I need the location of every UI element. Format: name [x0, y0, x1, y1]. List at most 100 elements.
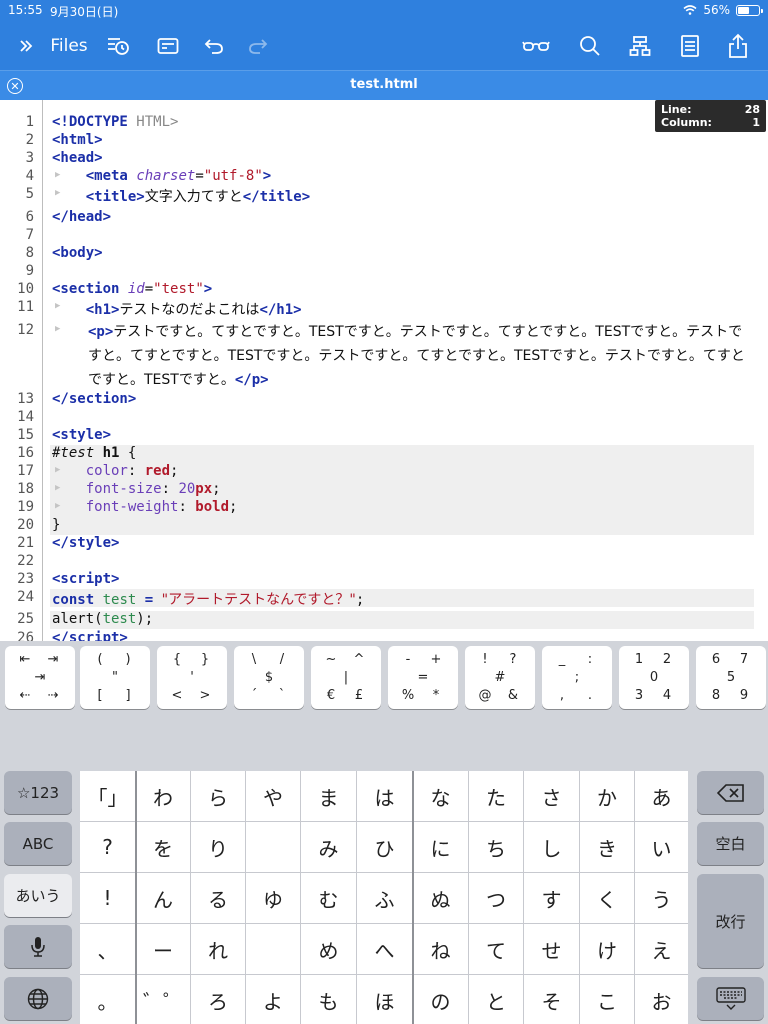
kana-key[interactable]: こ: [580, 975, 634, 1024]
left-key-label: ☆123: [16, 783, 60, 802]
kana-key[interactable]: せ: [524, 924, 579, 974]
kana-key[interactable]: ?: [80, 822, 135, 872]
kana-key[interactable]: へ: [357, 924, 412, 974]
kana-key[interactable]: い: [635, 822, 688, 872]
kana-key[interactable]: り: [191, 822, 245, 872]
kana-key-label: ゛゜: [143, 989, 183, 1014]
symbol-key[interactable]: 6 758 9: [696, 646, 766, 709]
abc-key[interactable]: ABC: [4, 822, 72, 865]
kana-key[interactable]: ぬ: [413, 873, 468, 923]
undo-button[interactable]: [200, 22, 228, 70]
kana-key[interactable]: え: [635, 924, 688, 974]
kana-key[interactable]: し: [524, 822, 579, 872]
symbol-key[interactable]: () " []: [80, 646, 150, 709]
share-button[interactable]: [724, 22, 752, 70]
microphone-key[interactable]: [4, 925, 72, 968]
kana-key[interactable]: ゆ: [246, 873, 300, 923]
kana-key[interactable]: は: [357, 771, 412, 821]
hide-keyboard-key[interactable]: [697, 977, 764, 1020]
kana-key-label: て: [486, 938, 506, 963]
terminal-button[interactable]: [154, 22, 182, 70]
kana-key[interactable]: [246, 924, 300, 974]
symbol-key[interactable]: _:;,.: [542, 646, 612, 709]
symbol-key-glyph: &: [507, 688, 519, 703]
kana-key[interactable]: 、: [80, 924, 135, 974]
symbol-key[interactable]: !? # @ &: [465, 646, 535, 709]
files-button[interactable]: Files: [48, 22, 90, 70]
symbol-key[interactable]: - + =% *: [388, 646, 458, 709]
kana-key[interactable]: く: [580, 873, 634, 923]
kana-key[interactable]: ん: [136, 873, 190, 923]
symbol-key-glyph: _: [558, 652, 566, 667]
kana-key[interactable]: れ: [191, 924, 245, 974]
kana-key[interactable]: む: [301, 873, 356, 923]
globe-icon: [27, 988, 49, 1009]
symbol-key[interactable]: {} ' < >: [157, 646, 227, 709]
kana-key[interactable]: わ: [136, 771, 190, 821]
wifi-icon: [683, 5, 697, 15]
recent-button[interactable]: [104, 22, 132, 70]
kana-key[interactable]: ひ: [357, 822, 412, 872]
kana-key[interactable]: そ: [524, 975, 579, 1024]
kana-key[interactable]: ふ: [357, 873, 412, 923]
symbol-key[interactable]: 1 203 4: [619, 646, 689, 709]
kana-key[interactable]: ま: [301, 771, 356, 821]
kana-key[interactable]: あ: [635, 771, 688, 821]
kana-key-label: あ: [651, 785, 672, 810]
kana-key[interactable]: う: [635, 873, 688, 923]
kana-key[interactable]: も: [301, 975, 356, 1024]
symbol-key[interactable]: ~ ^ | € £: [311, 646, 381, 709]
backspace-key[interactable]: [697, 771, 764, 814]
kana-key[interactable]: な: [413, 771, 468, 821]
kana-key[interactable]: と: [469, 975, 523, 1024]
kana-key-label: れ: [208, 938, 228, 963]
kana-key[interactable]: て: [469, 924, 523, 974]
redo-button[interactable]: [244, 22, 272, 70]
numbers-key[interactable]: ☆123: [4, 771, 72, 814]
document-button[interactable]: [676, 22, 704, 70]
kana-key[interactable]: に: [413, 822, 468, 872]
search-button[interactable]: [576, 22, 604, 70]
kana-key[interactable]: る: [191, 873, 245, 923]
kana-key[interactable]: け: [580, 924, 634, 974]
kana-key[interactable]: す: [524, 873, 579, 923]
kana-key[interactable]: !: [80, 873, 135, 923]
enter-key[interactable]: 改行: [697, 874, 764, 968]
js-alert: alert(: [52, 611, 103, 627]
kana-key[interactable]: を: [136, 822, 190, 872]
kana-key[interactable]: き: [580, 822, 634, 872]
preview-button[interactable]: [520, 22, 552, 70]
sidebar-toggle-button[interactable]: [14, 22, 38, 70]
kana-key[interactable]: の: [413, 975, 468, 1024]
symbol-key[interactable]: \ / $ ´ `: [234, 646, 304, 709]
code-editor[interactable]: 1 2 3 4 5 6 7 8 9 10 11 12 13 14 15 16 17 18 19 20 21 22 23 24 2…: [0, 100, 768, 641]
kana-key[interactable]: ー: [136, 924, 190, 974]
kana-key[interactable]: み: [301, 822, 356, 872]
kana-key[interactable]: ち: [469, 822, 523, 872]
kana-key[interactable]: ね: [413, 924, 468, 974]
kana-key[interactable]: [246, 822, 300, 872]
space-label: 空白: [715, 835, 746, 853]
kana-key[interactable]: や: [246, 771, 300, 821]
space-key[interactable]: 空白: [697, 822, 764, 865]
kana-key[interactable]: つ: [469, 873, 523, 923]
symbol-key[interactable]: ⇤ ⇥ ⇥ ⇠ ⇢: [5, 646, 75, 709]
kana-key[interactable]: た: [469, 771, 523, 821]
kana-key[interactable]: お: [635, 975, 688, 1024]
kana-key[interactable]: ろ: [191, 975, 245, 1024]
kana-key[interactable]: め: [301, 924, 356, 974]
kana-key[interactable]: ほ: [357, 975, 412, 1024]
line-number: 13: [17, 391, 34, 407]
kana-key[interactable]: 。: [80, 975, 135, 1024]
line-number: 25: [17, 611, 34, 627]
paragraph-text: テストですと。てすとですと。TESTですと。テストですと。てすとですと。TEST…: [88, 324, 745, 388]
kana-key[interactable]: 「」: [80, 771, 135, 821]
structure-button[interactable]: [626, 22, 654, 70]
kana-key[interactable]: ゛゜: [136, 975, 190, 1024]
kana-key[interactable]: よ: [246, 975, 300, 1024]
kana-mode-key[interactable]: あいう: [4, 874, 72, 917]
globe-key[interactable]: [4, 977, 72, 1020]
kana-key[interactable]: か: [580, 771, 634, 821]
kana-key[interactable]: さ: [524, 771, 579, 821]
kana-key[interactable]: ら: [191, 771, 245, 821]
